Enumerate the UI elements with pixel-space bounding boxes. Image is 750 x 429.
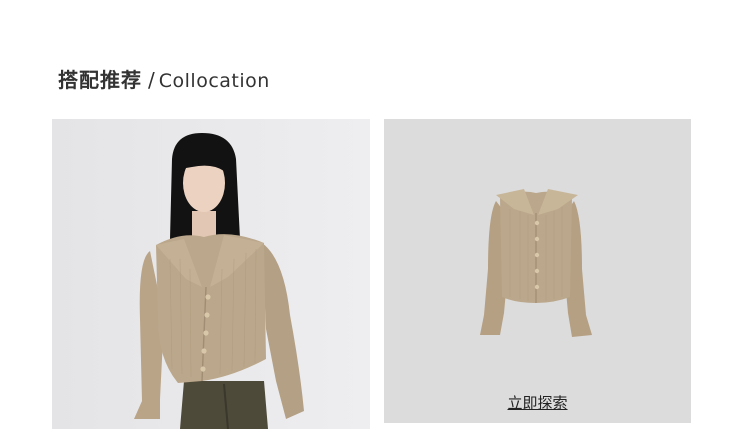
section-title-en: Collocation <box>158 70 270 92</box>
product-photo[interactable]: 立即探索 <box>384 119 691 423</box>
model-photo[interactable] <box>52 119 370 429</box>
cardigan-illustration <box>384 119 691 423</box>
section-title-zh: 搭配推荐 <box>58 68 142 92</box>
title-separator: / <box>148 68 155 92</box>
explore-now-link[interactable]: 立即探索 <box>384 392 691 413</box>
model-illustration <box>52 119 370 429</box>
section-title: 搭配推荐 / Collocation <box>58 64 270 93</box>
